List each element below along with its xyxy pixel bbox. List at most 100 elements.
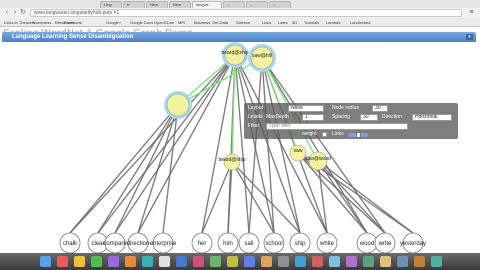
dock-app-icon[interactable] bbox=[295, 256, 306, 267]
graph-edge bbox=[97, 104, 179, 234]
address-bar[interactable]: www.langwaren.singularityhub.pub/ #1 bbox=[30, 9, 462, 17]
max-depth-label: MaxDepth bbox=[266, 114, 289, 120]
bookmark-item[interactable]: OpenGLwe bbox=[154, 19, 174, 26]
browser-tab[interactable]: ... bbox=[246, 1, 268, 8]
direction-select[interactable]: Horizontal bbox=[412, 114, 452, 121]
browser-tab-active[interactable]: langwe bbox=[192, 1, 222, 8]
word-node-label: chalk bbox=[63, 241, 78, 247]
dock-app-icon[interactable] bbox=[431, 256, 442, 267]
dock-app-icon[interactable] bbox=[227, 256, 238, 267]
browser-tab[interactable]: New bbox=[169, 1, 191, 8]
bookmark-item[interactable]: Landlocked bbox=[350, 19, 370, 26]
reload-icon[interactable]: ↻ bbox=[19, 9, 27, 17]
dock-app-icon[interactable] bbox=[108, 256, 119, 267]
word-node-label: write bbox=[378, 241, 392, 247]
graph-canvas[interactable]: beard@ship saw@hill beard@ship saw saw@wood c… bbox=[2, 42, 476, 253]
word-node-label: him bbox=[223, 241, 233, 247]
graph-edge bbox=[261, 57, 368, 234]
dock-app-icon[interactable] bbox=[40, 256, 51, 267]
links-slider-handle[interactable] bbox=[356, 132, 361, 138]
direction-label: Direction bbox=[382, 114, 402, 120]
word-node-label: enterprise bbox=[150, 241, 177, 247]
word-node-label: her bbox=[198, 241, 207, 247]
sense-node-label: saw bbox=[294, 148, 303, 154]
dock-app-icon[interactable] bbox=[380, 256, 391, 267]
layout-label: Layout bbox=[248, 105, 264, 111]
bookmark-item[interactable]: MPI bbox=[178, 19, 185, 26]
bookmark-item[interactable]: Tutorials bbox=[304, 19, 319, 26]
browser-tab[interactable]: Ling bbox=[100, 1, 122, 8]
dock-app-icon[interactable] bbox=[142, 256, 153, 267]
dock-app-icon[interactable] bbox=[210, 256, 221, 267]
bookmark-item[interactable]: Google Docs bbox=[130, 19, 153, 26]
dock-app-icon[interactable] bbox=[176, 256, 187, 267]
bookmark-item[interactable]: Facebook bbox=[64, 19, 82, 26]
browser-tab[interactable]: New bbox=[146, 1, 168, 8]
word-node-label: ship bbox=[294, 241, 306, 247]
sense-node[interactable] bbox=[166, 93, 190, 117]
bookmark-item[interactable]: Links bbox=[262, 19, 271, 26]
word-node-label: white bbox=[319, 241, 335, 247]
graph-edge bbox=[234, 54, 250, 234]
graph-edge bbox=[248, 57, 263, 234]
word-node-label: sail bbox=[244, 241, 253, 247]
settings-panel: Layout None Node radius 30 Levels MaxDep… bbox=[244, 103, 458, 139]
weight-checkbox[interactable] bbox=[322, 132, 327, 137]
forward-icon[interactable]: › bbox=[11, 9, 19, 17]
graph-edge bbox=[317, 160, 414, 234]
bookmark-item[interactable]: Links to Theorem bbox=[4, 19, 35, 26]
dock-app-icon[interactable] bbox=[244, 256, 255, 267]
sense-node-label: saw@wood bbox=[305, 156, 331, 162]
max-depth-select[interactable]: 1 bbox=[302, 114, 324, 121]
layout-select[interactable]: None bbox=[288, 105, 324, 112]
dock-app-icon[interactable] bbox=[74, 256, 85, 267]
sense-node-label: beard@ship bbox=[218, 157, 245, 163]
browser-tab-bar: Ling tr New New langwe ... ... ... bbox=[0, 0, 480, 8]
bookmark-item[interactable]: Business bbox=[194, 19, 210, 26]
dock-app-icon[interactable] bbox=[57, 256, 68, 267]
dock-app-icon[interactable] bbox=[193, 256, 204, 267]
dock-app-icon[interactable] bbox=[159, 256, 170, 267]
dock-app-icon[interactable] bbox=[329, 256, 340, 267]
dock-app-icon[interactable] bbox=[278, 256, 289, 267]
spacing-label: Spacing bbox=[332, 114, 351, 120]
dock-app-icon[interactable] bbox=[261, 256, 272, 267]
dock-app-icon[interactable] bbox=[363, 256, 374, 267]
bookmark-item[interactable]: Lambda bbox=[326, 19, 340, 26]
word-node-label: compare bbox=[103, 241, 127, 247]
word-node-label: direction bbox=[127, 241, 150, 247]
filter-input[interactable]: Type filter bbox=[266, 123, 408, 130]
word-node-label: school bbox=[265, 241, 282, 247]
dock-app-icon[interactable] bbox=[91, 256, 102, 267]
collapse-button[interactable]: ▾ bbox=[466, 34, 473, 40]
graph-svg: beard@ship saw@hill beard@ship sawsaw@wood c… bbox=[59, 42, 426, 253]
sense-node-label: beard@ship bbox=[221, 50, 248, 56]
browser-tab[interactable]: tr bbox=[123, 1, 145, 8]
bookmark-item[interactable]: Google+ bbox=[106, 19, 121, 26]
bookmark-item[interactable]: 3D bbox=[292, 19, 297, 26]
links-label: Links bbox=[332, 131, 344, 137]
browser-tab[interactable]: ... bbox=[223, 1, 245, 8]
dock-app-icon[interactable] bbox=[346, 256, 357, 267]
back-icon[interactable]: ‹ bbox=[3, 9, 11, 17]
dock-app-icon[interactable] bbox=[397, 256, 408, 267]
dock-app-icon[interactable] bbox=[414, 256, 425, 267]
graph-edge bbox=[201, 161, 233, 234]
browser-tab[interactable]: ... bbox=[269, 1, 291, 8]
web-page: Scaling WordNet & Google Graph Demo Lang… bbox=[0, 27, 480, 253]
menu-icon[interactable]: ≡ bbox=[467, 9, 476, 17]
node-radius-select[interactable]: 30 bbox=[372, 105, 388, 112]
mac-dock bbox=[0, 253, 480, 270]
graph-edge bbox=[231, 161, 301, 234]
dock-app-icon[interactable] bbox=[125, 256, 136, 267]
graph-edge bbox=[317, 160, 386, 234]
dock-app-icon[interactable] bbox=[312, 256, 323, 267]
filter-label: Filter bbox=[248, 123, 260, 129]
bookmark-item[interactable]: Latex bbox=[278, 19, 288, 26]
bookmark-item[interactable]: Science bbox=[236, 19, 250, 26]
graph-edge bbox=[137, 104, 179, 234]
bookmark-item[interactable]: Get Data bbox=[212, 19, 228, 26]
bookmarks-bar: Links to Theorem Wordpress - Resources Fac… bbox=[0, 18, 480, 27]
spacing-select[interactable]: 30 bbox=[360, 114, 378, 121]
browser-toolbar: ‹ › ↻ www.langwaren.singularityhub.pub/ … bbox=[0, 8, 480, 18]
